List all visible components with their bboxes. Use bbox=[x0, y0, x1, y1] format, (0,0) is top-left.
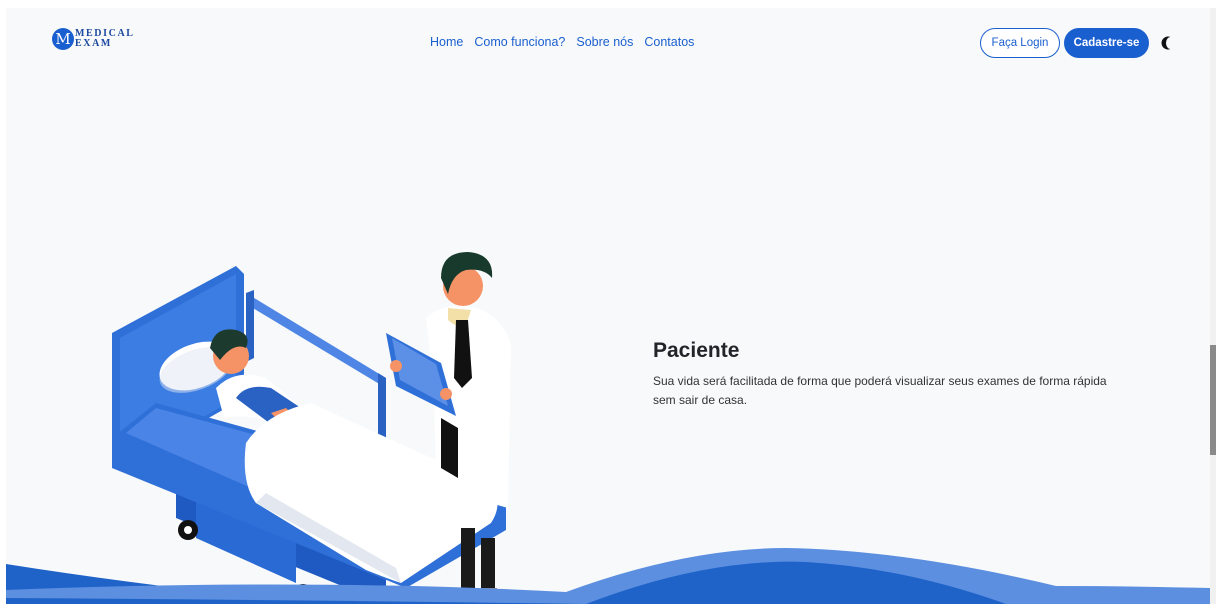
nav-how-it-works[interactable]: Como funciona? bbox=[474, 35, 565, 49]
scrollbar-thumb[interactable] bbox=[1210, 345, 1216, 455]
scrollbar-track[interactable] bbox=[1210, 8, 1216, 604]
page: M MEDICAL EXAM Home Como funciona? Sobre… bbox=[6, 8, 1210, 604]
hero-description: Sua vida será facilitada de forma que po… bbox=[653, 374, 1107, 407]
main-nav: Home Como funciona? Sobre nós Contatos bbox=[430, 35, 694, 49]
signup-button[interactable]: Cadastre-se bbox=[1064, 28, 1149, 58]
logo-text: MEDICAL EXAM bbox=[75, 29, 135, 49]
nav-home[interactable]: Home bbox=[430, 35, 463, 49]
hero-title: Paciente bbox=[653, 339, 740, 362]
login-button[interactable]: Faça Login bbox=[980, 28, 1060, 58]
logo[interactable]: M MEDICAL EXAM bbox=[52, 28, 135, 50]
bottom-wave bbox=[6, 548, 1210, 604]
moon-icon[interactable] bbox=[1160, 35, 1176, 51]
nav-about[interactable]: Sobre nós bbox=[576, 35, 633, 49]
nav-contacts[interactable]: Contatos bbox=[644, 35, 694, 49]
logo-line-2: EXAM bbox=[75, 38, 112, 49]
logo-mark: M bbox=[52, 28, 74, 50]
